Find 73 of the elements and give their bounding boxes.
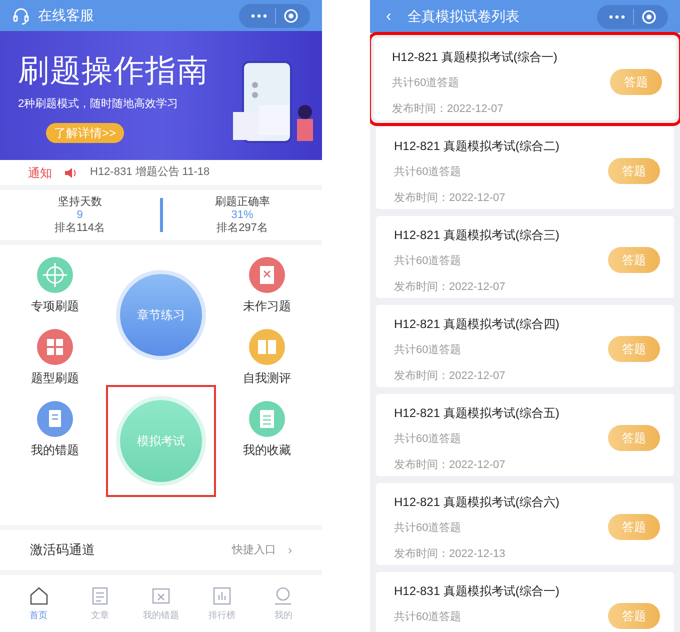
publish-date: 发布时间：2022-12-13 xyxy=(394,547,506,561)
publish-date: 发布时间：2022-12-07 xyxy=(394,191,506,205)
feature-label[interactable]: 我的错题 xyxy=(31,441,79,459)
stat-value: 31% xyxy=(231,208,254,222)
chevron: › xyxy=(288,542,292,559)
home-icon xyxy=(28,584,50,607)
feature-label[interactable]: 我的收藏 xyxy=(243,441,291,459)
headset-icon xyxy=(12,6,30,24)
question-count: 共计60道答题 xyxy=(394,165,462,179)
menu-capsule[interactable] xyxy=(239,4,310,28)
notice-label: 通知 xyxy=(28,164,52,182)
activation-title[interactable]: 激活码通道 xyxy=(30,540,95,560)
question-count: 共计60道答题 xyxy=(394,610,462,624)
more-icon xyxy=(609,14,625,18)
feature-label[interactable]: 未作习题 xyxy=(243,297,291,315)
list-icon xyxy=(249,401,285,437)
stat-rank: 排名114名 xyxy=(54,222,106,234)
details-button[interactable]: 了解详情>> xyxy=(46,122,124,142)
stat-rank: 排名297名 xyxy=(216,222,268,234)
question-count: 共计60道答题 xyxy=(392,76,460,90)
tab[interactable]: 首页 xyxy=(8,584,69,622)
grid-icon xyxy=(37,329,73,365)
stat-label: 刷题正确率 xyxy=(214,196,270,208)
more-icon xyxy=(251,14,267,18)
feature-label[interactable]: 自我测评 xyxy=(243,369,291,387)
back-button[interactable]: ‹ xyxy=(386,4,392,28)
speaker-icon xyxy=(64,166,78,178)
cross-icon xyxy=(249,257,285,293)
exam-title: H12-821 真题模拟考试(综合三) xyxy=(394,228,560,242)
exam-title: H12-821 真题模拟考试(综合六) xyxy=(394,495,560,509)
stat-label: 坚持天数 xyxy=(58,196,102,208)
exam-title: H12-821 真题模拟考试(综合四) xyxy=(394,317,560,331)
book-icon xyxy=(249,329,285,365)
notice-text[interactable]: H12-831 增题公告 11-18 xyxy=(90,164,210,181)
exam-title: H12-831 真题模拟考试(综合一) xyxy=(394,584,560,598)
shortcut-link[interactable]: 快捷入口 xyxy=(232,542,276,558)
target-icon xyxy=(37,257,73,293)
exam-card[interactable]: H12-821 真题模拟考试(综合二) 共计60道答题 发布时间：2022-12-07 答题 xyxy=(376,127,674,209)
rank-icon xyxy=(211,584,234,607)
banner-title: 刷题操作指南 xyxy=(18,55,209,86)
stat-value: 9 xyxy=(76,208,83,222)
exam-card[interactable]: H12-831 真题模拟考试(综合一) 共计60道答题 答题 xyxy=(376,572,674,632)
question-count: 共计60道答题 xyxy=(394,432,462,446)
publish-date: 发布时间：2022-12-07 xyxy=(394,458,506,472)
question-count: 共计60道答题 xyxy=(394,254,462,268)
exam-card[interactable]: H12-821 真题模拟考试(综合六) 共计60道答题 发布时间：2022-12-13 答题 xyxy=(376,483,674,565)
tab[interactable]: 我的 xyxy=(253,584,314,622)
feature-label[interactable]: 题型刷题 xyxy=(31,369,79,387)
header-title: 在线客服 xyxy=(38,6,94,25)
menu-capsule[interactable] xyxy=(597,4,668,28)
exam-title: H12-821 真题模拟考试(综合五) xyxy=(394,406,560,420)
header-title: 全真模拟试卷列表 xyxy=(407,7,520,26)
close-icon xyxy=(284,8,298,22)
exam-card[interactable]: H12-821 真题模拟考试(综合一) 共计60道答题 发布时间：2022-12-07 答题 xyxy=(374,38,676,120)
close-icon xyxy=(642,10,656,24)
question-count: 共计60道答题 xyxy=(394,343,462,357)
exam-title: H12-821 真题模拟考试(综合二) xyxy=(394,139,560,153)
tab[interactable]: 我的错题 xyxy=(130,584,191,622)
publish-date: 发布时间：2022-12-07 xyxy=(394,369,506,383)
exam-title: H12-821 真题模拟考试(综合一) xyxy=(392,50,558,64)
publish-date: 发布时间：2022-12-07 xyxy=(392,102,504,116)
feature-label[interactable]: 专项刷题 xyxy=(31,297,79,315)
publish-date: 发布时间：2022-12-07 xyxy=(394,280,506,294)
tab[interactable]: 文章 xyxy=(70,584,130,622)
banner-subtitle: 2种刷题模式，随时随地高效学习 xyxy=(18,96,180,112)
banner[interactable]: 刷题操作指南 2种刷题模式，随时随地高效学习 了解详情>> xyxy=(0,31,322,160)
question-count: 共计60道答题 xyxy=(394,521,462,535)
exam-card[interactable]: H12-821 真题模拟考试(综合五) 共计60道答题 发布时间：2022-12-07 答题 xyxy=(376,394,674,476)
tab[interactable]: 排行榜 xyxy=(192,584,252,622)
exam-card[interactable]: H12-821 真题模拟考试(综合四) 共计60道答题 发布时间：2022-12-07 答题 xyxy=(376,305,674,387)
big-round-button[interactable]: 章节练习 xyxy=(120,274,202,356)
doc-icon xyxy=(37,401,73,437)
exam-card[interactable]: H12-821 真题模拟考试(综合三) 共计60道答题 发布时间：2022-12-07 答题 xyxy=(376,216,674,298)
